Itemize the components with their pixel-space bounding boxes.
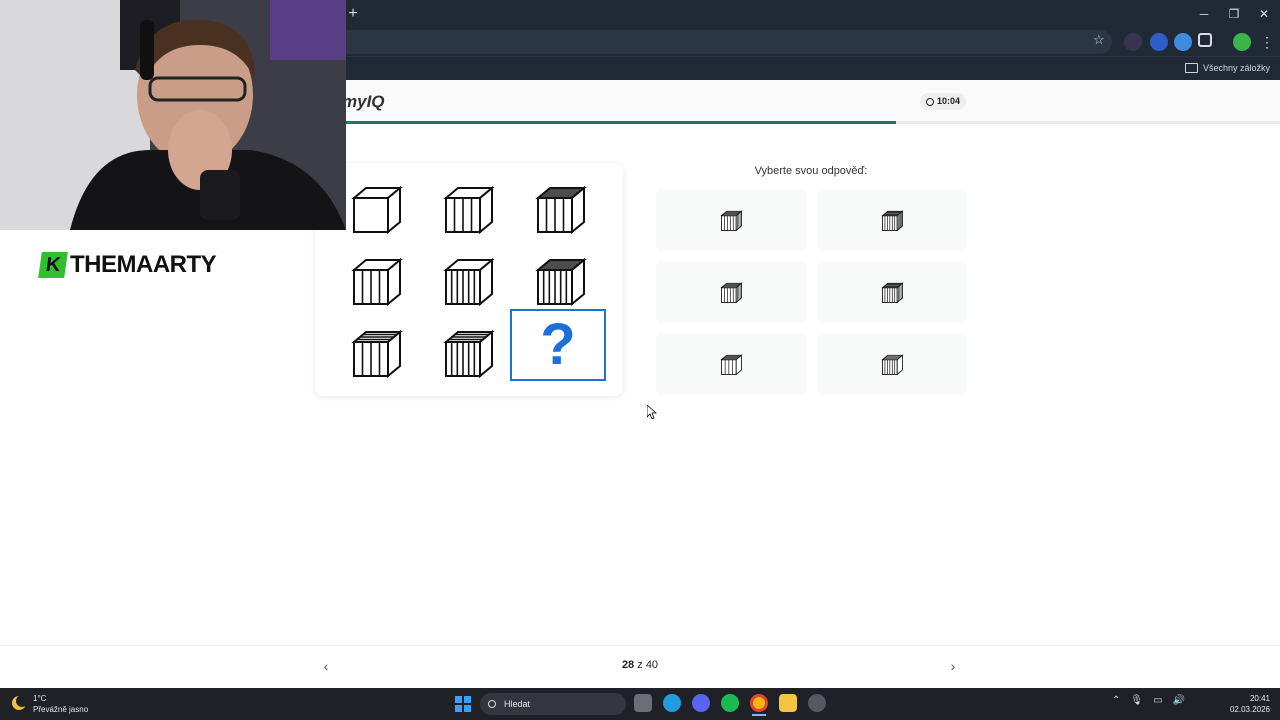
answer-option-1[interactable] (656, 189, 806, 251)
matrix-cell-7 (346, 322, 406, 382)
search-placeholder: Hledat (504, 699, 531, 709)
previous-question-button[interactable]: ‹ (316, 656, 336, 676)
system-tray: ⌃ 🎙 ▭ 🔊 (1112, 695, 1185, 706)
chrome-icon[interactable] (750, 694, 768, 712)
current-question: 28 (621, 659, 635, 671)
total-questions: 40 (645, 659, 659, 671)
clock-time: 20:41 (1249, 694, 1270, 703)
matrix-cell-3 (530, 178, 590, 238)
network-icon[interactable]: ▭ (1153, 695, 1162, 706)
taskbar-search[interactable]: Hledat (480, 693, 626, 715)
file-explorer-icon[interactable] (779, 694, 797, 712)
windows-start-icon[interactable] (455, 696, 471, 712)
profile-avatar[interactable] (1233, 33, 1251, 51)
timer-value: 10:04 (937, 96, 961, 106)
clock-date: 02.03.2026 (1229, 705, 1270, 714)
extension-icon[interactable] (1124, 33, 1142, 51)
timer-badge: 10:04 (920, 93, 967, 110)
discord-icon[interactable] (692, 694, 710, 712)
counter-separator: z (637, 659, 643, 671)
active-app-indicator (752, 714, 766, 716)
missing-piece-cell: ? (510, 309, 606, 381)
answer-option-4[interactable] (817, 261, 967, 323)
answer-option-2[interactable] (817, 189, 967, 251)
streamer-logo-mark: K (38, 252, 68, 278)
chevron-up-icon[interactable]: ⌃ (1112, 695, 1120, 706)
obs-icon[interactable] (808, 694, 826, 712)
bookmark-star-icon[interactable]: ☆ (1093, 33, 1107, 47)
task-view-icon[interactable] (634, 694, 652, 712)
question-mark: ? (540, 312, 576, 377)
close-button[interactable]: ✕ (1250, 4, 1278, 24)
temperature: 1°C (33, 694, 47, 703)
new-tab-button[interactable]: + (345, 4, 361, 24)
extensions-puzzle-icon[interactable] (1198, 33, 1212, 47)
question-counter: 28 z 40 (580, 659, 700, 671)
volume-icon[interactable]: 🔊 (1173, 695, 1185, 706)
matrix-cell-4 (346, 250, 406, 310)
site-logo[interactable]: myIQ (342, 92, 385, 112)
next-question-button[interactable]: › (943, 656, 963, 676)
extension-icon[interactable] (1150, 33, 1168, 51)
browser-menu-icon[interactable]: ⋮ (1260, 33, 1274, 51)
streamer-logo: K THEMAARTY (38, 250, 260, 280)
webcam-overlay (0, 0, 346, 230)
all-bookmarks-button[interactable]: Všechny záložky (1184, 60, 1270, 76)
answer-option-5[interactable] (656, 333, 806, 395)
microphone-icon[interactable]: 🎙 (1130, 695, 1143, 706)
matrix-cell-6 (530, 250, 590, 310)
spotify-icon[interactable] (721, 694, 739, 712)
answer-prompt: Vyberte svou odpověď: (754, 165, 868, 177)
matrix-cell-1 (346, 178, 406, 238)
weather-moon-icon[interactable] (10, 694, 28, 712)
matrix-cell-8 (438, 322, 498, 382)
stopwatch-icon (926, 97, 934, 106)
search-icon (488, 700, 496, 708)
minimize-button[interactable]: ─ (1190, 4, 1218, 24)
extension-icon[interactable] (1174, 33, 1192, 51)
edge-icon[interactable] (663, 694, 681, 712)
answer-option-3[interactable] (656, 261, 806, 323)
address-bar[interactable] (300, 30, 1112, 54)
streamer-name: THEMAARTY (70, 251, 217, 278)
matrix-cell-5 (438, 250, 498, 310)
restore-button[interactable]: ❐ (1220, 4, 1248, 24)
all-bookmarks-label: Všechny záložky (1202, 63, 1270, 73)
weather-widget[interactable]: 1°C Převážně jasno (33, 693, 88, 715)
weather-condition: Převážně jasno (33, 705, 89, 714)
matrix-cell-2 (438, 178, 498, 238)
answer-option-6[interactable] (817, 333, 967, 395)
taskbar-clock[interactable]: 20:41 02.03.2026 (1230, 693, 1270, 715)
mouse-cursor-icon (647, 405, 657, 419)
folder-icon (1184, 63, 1198, 73)
